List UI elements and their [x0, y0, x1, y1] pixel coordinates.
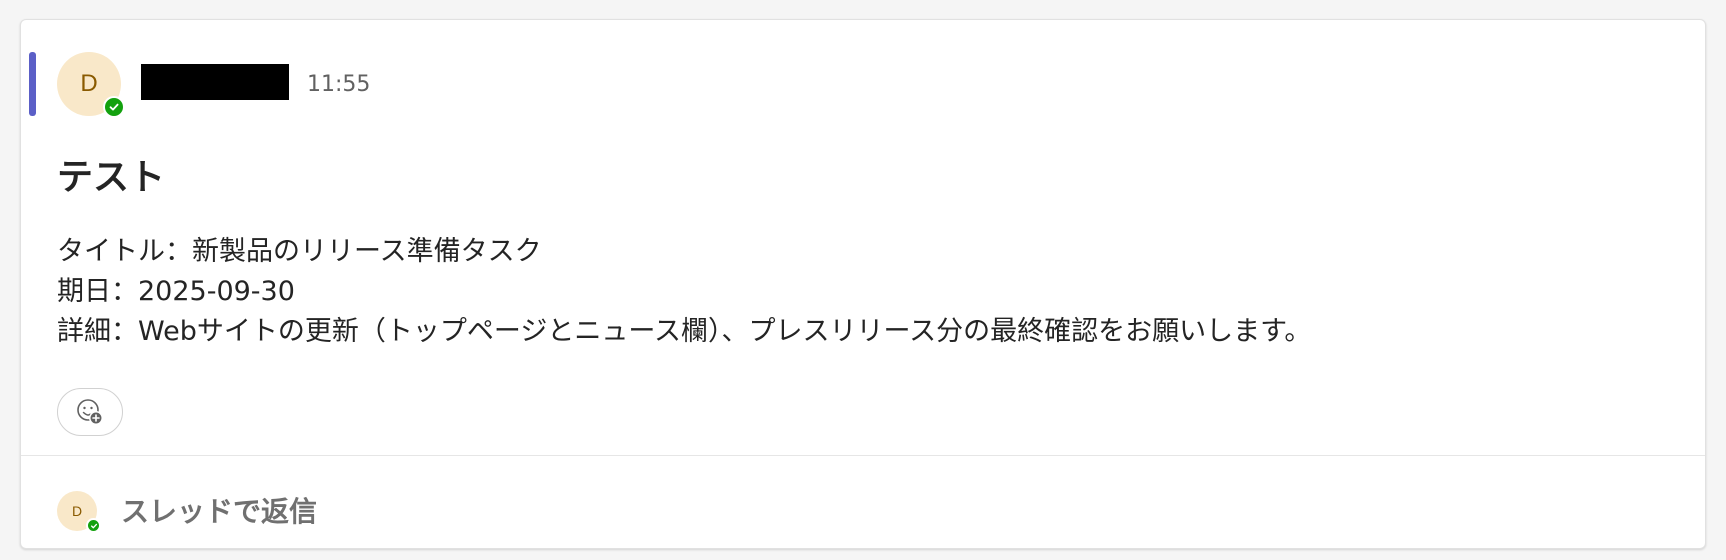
sender-avatar[interactable]: D: [57, 52, 125, 118]
message-line-due-date: 期日：2025-09-30: [57, 276, 295, 307]
add-reaction-icon: [77, 399, 103, 425]
message-card: D 11:55 テスト タイトル：新製品のリリース準備タスク 期日：2025-0…: [20, 19, 1706, 549]
reply-divider: [21, 455, 1705, 456]
reply-avatar-initial: D: [71, 503, 83, 519]
presence-available-icon: [103, 96, 125, 118]
mention-accent-bar: [29, 52, 36, 116]
message-line-title: タイトル：新製品のリリース準備タスク: [57, 236, 542, 267]
message-line-details: 詳細：Webサイトの更新（トップページとニュース欄）、プレスリリース分の最終確認…: [57, 316, 1312, 347]
add-reaction-button[interactable]: [57, 388, 123, 436]
message-timestamp: 11:55: [307, 72, 371, 97]
message-title: テスト: [57, 157, 166, 198]
sender-avatar-initial: D: [80, 70, 98, 97]
sender-name-redacted: [141, 64, 289, 100]
reply-avatar: D: [57, 491, 101, 533]
message-body: タイトル：新製品のリリース準備タスク 期日：2025-09-30 詳細：Webサ…: [57, 232, 1311, 352]
presence-available-icon: [86, 518, 101, 533]
reply-in-thread-link[interactable]: スレッドで返信: [121, 490, 317, 530]
